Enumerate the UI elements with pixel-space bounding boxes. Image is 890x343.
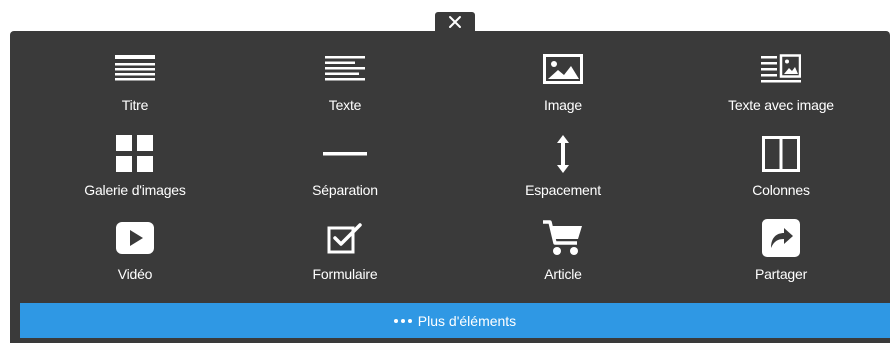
columns-icon (759, 134, 803, 174)
element-grid: Titre Texte Image Texte avec image Galer… (10, 31, 890, 303)
add-element-panel: Titre Texte Image Texte avec image Galer… (10, 31, 890, 343)
gallery-grid-icon (113, 134, 157, 174)
element-texte[interactable]: Texte (235, 34, 455, 118)
more-elements-button[interactable]: Plus d'éléments (20, 303, 890, 338)
element-label: Colonnes (752, 182, 810, 198)
element-galerie[interactable]: Galerie d'images (25, 119, 245, 203)
element-label: Séparation (312, 182, 378, 198)
title-lines-icon (113, 49, 157, 89)
element-separation[interactable]: Séparation (235, 119, 455, 203)
element-article[interactable]: Article (453, 203, 673, 287)
close-icon (449, 16, 461, 28)
element-label: Partager (754, 266, 808, 282)
element-label: Image (544, 97, 582, 113)
share-arrow-icon (759, 218, 803, 258)
close-button[interactable] (435, 12, 475, 32)
element-label: Espacement (525, 182, 601, 198)
element-label: Galerie d'images (84, 182, 186, 198)
form-checkbox-icon (323, 218, 367, 258)
element-formulaire[interactable]: Formulaire (235, 203, 455, 287)
element-label: Vidéo (117, 266, 153, 282)
element-label: Formulaire (312, 266, 378, 282)
video-play-icon (113, 218, 157, 258)
shopping-cart-icon (541, 218, 585, 258)
spacing-arrows-icon (541, 134, 585, 174)
element-titre[interactable]: Titre (25, 34, 245, 118)
image-icon (541, 49, 585, 89)
element-partager[interactable]: Partager (671, 203, 890, 287)
element-label: Titre (121, 97, 149, 113)
element-label: Texte avec image (728, 97, 834, 113)
element-espacement[interactable]: Espacement (453, 119, 673, 203)
more-elements-label: Plus d'éléments (417, 312, 517, 329)
text-with-image-icon (759, 49, 803, 89)
text-lines-icon (323, 49, 367, 89)
separator-line-icon (323, 134, 367, 174)
element-colonnes[interactable]: Colonnes (671, 119, 890, 203)
element-image[interactable]: Image (453, 34, 673, 118)
more-dots-icon (393, 318, 412, 323)
element-label: Texte (328, 97, 362, 113)
element-video[interactable]: Vidéo (25, 203, 245, 287)
element-texte-avec-image[interactable]: Texte avec image (671, 34, 890, 118)
element-label: Article (544, 266, 582, 282)
